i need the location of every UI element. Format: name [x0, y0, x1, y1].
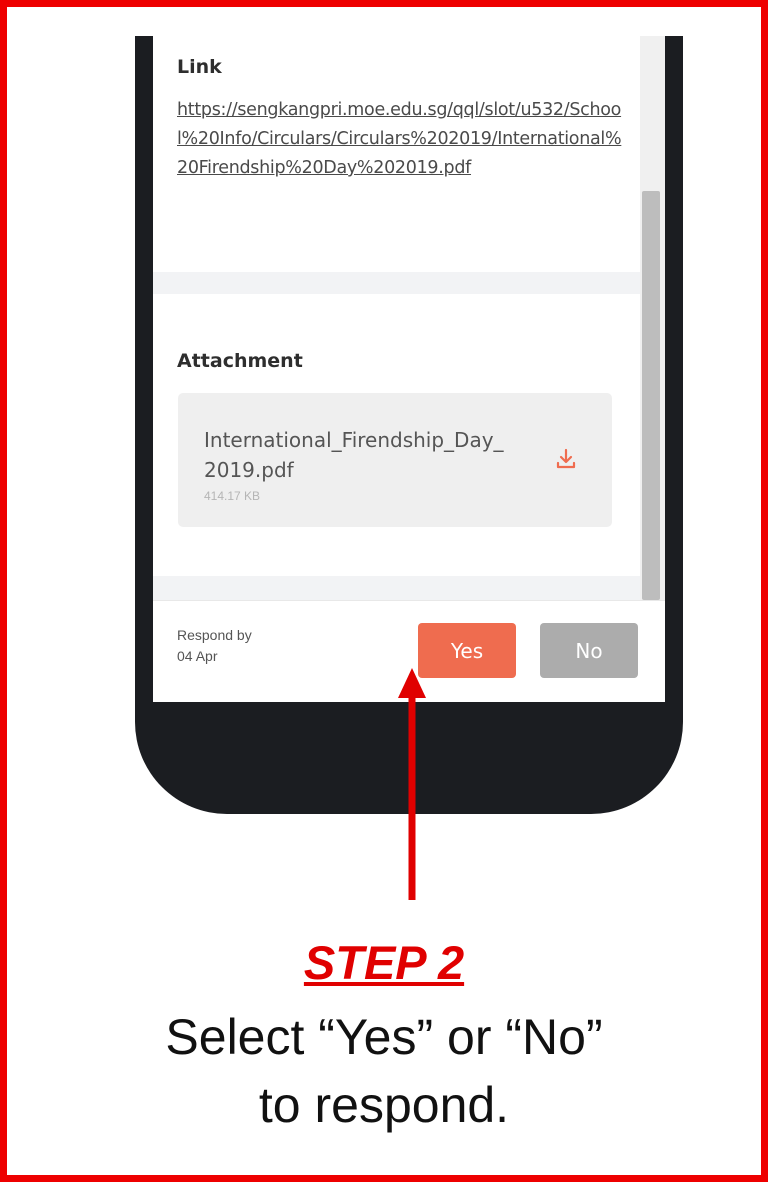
no-button[interactable]: No — [540, 623, 638, 678]
respond-by-date: 04 Apr — [177, 648, 218, 664]
respond-by-label: Respond by — [177, 627, 252, 643]
attachment-section-label: Attachment — [177, 350, 303, 372]
section-divider — [153, 272, 640, 294]
section-divider-bottom — [153, 576, 640, 600]
attachment-file-size: 414.17 KB — [204, 489, 261, 503]
circular-link[interactable]: https://sengkangpri.moe.edu.sg/qql/slot/… — [177, 96, 627, 183]
link-section-label: Link — [177, 56, 222, 78]
step-title: STEP 2 — [303, 936, 465, 989]
download-icon[interactable] — [554, 447, 578, 471]
attachment-file-name: International_Firendship_Day_2019.pdf — [204, 428, 504, 482]
instruction-line-1: Select “Yes” or “No” — [165, 1009, 603, 1065]
attachment-card[interactable]: International_Firendship_Day_2019.pdf 41… — [178, 393, 612, 527]
scrollbar-thumb[interactable] — [642, 191, 660, 600]
instruction-line-2: to respond. — [258, 1077, 510, 1133]
yes-button[interactable]: Yes — [418, 623, 516, 678]
step-instruction: Select “Yes” or “No” to respond. — [0, 1003, 768, 1139]
red-arrow-annotation — [398, 668, 426, 900]
phone-screen: Link https://sengkangpri.moe.edu.sg/qql/… — [153, 36, 665, 702]
content-scroll-area: Link https://sengkangpri.moe.edu.sg/qql/… — [153, 36, 640, 600]
